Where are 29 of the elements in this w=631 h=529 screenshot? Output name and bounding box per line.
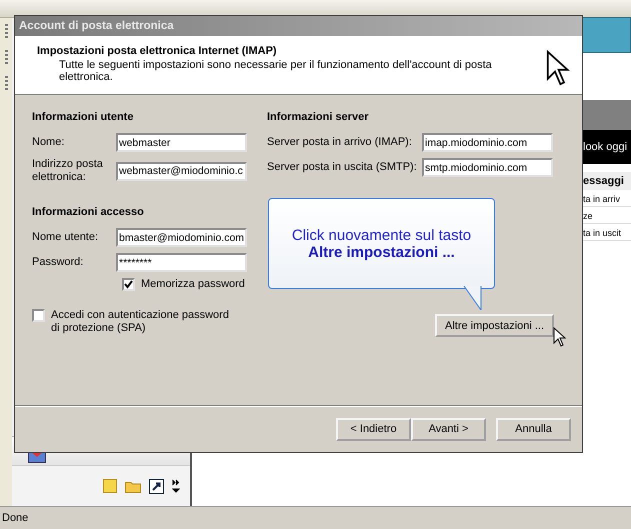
text-field[interactable]: bmaster@miodominio.com	[116, 228, 247, 247]
field-label: Nome:	[32, 136, 66, 149]
field-label: Server posta in uscita (SMTP):	[267, 161, 418, 174]
field-label: Server posta in arrivo (IMAP):	[267, 136, 413, 149]
more-settings-button[interactable]: Altre impostazioni ...	[435, 314, 554, 337]
section-heading: Informazioni utente	[32, 111, 134, 123]
wizard-button[interactable]: Annulla	[496, 418, 571, 440]
wizard-button[interactable]: < Indietro	[336, 418, 411, 440]
text-field[interactable]: imap.miodominio.com	[422, 133, 553, 152]
field-label: Nome utente:	[32, 231, 100, 244]
checkbox-label: Memorizza password	[141, 278, 245, 291]
section-heading: essaggi	[583, 172, 631, 190]
header-title: Impostazioni posta elettronica Internet (IMAP)	[37, 45, 278, 57]
wizard-button[interactable]: Avanti >	[411, 418, 486, 440]
text-field[interactable]: webmaster@miodominio.c	[116, 162, 247, 180]
status-text: Done	[2, 512, 28, 524]
window-title: Account di posta elettronica	[19, 20, 174, 32]
banner-text: look oggi	[583, 130, 631, 164]
section-heading: Informazioni accesso	[32, 206, 145, 218]
callout-text: Click nuovamente sul tasto	[292, 226, 472, 244]
field-label: Indirizzo posta elettronica:	[32, 158, 104, 184]
text-field[interactable]: ********	[116, 253, 247, 272]
text-field[interactable]: webmaster	[116, 133, 247, 152]
header-description: Tutte le seguenti impostazioni sono necessarie per il funzionamento dell'account di posta elettronica.	[59, 59, 493, 83]
field-label: Password:	[32, 256, 84, 269]
checkbox-label: Accedi con autenticazione password di protezione (SPA)	[51, 309, 230, 335]
text-field[interactable]: smtp.miodominio.com	[422, 158, 553, 177]
callout-emphasis: Altre impostazioni ...	[308, 244, 455, 260]
section-heading: Informazioni server	[267, 111, 370, 123]
